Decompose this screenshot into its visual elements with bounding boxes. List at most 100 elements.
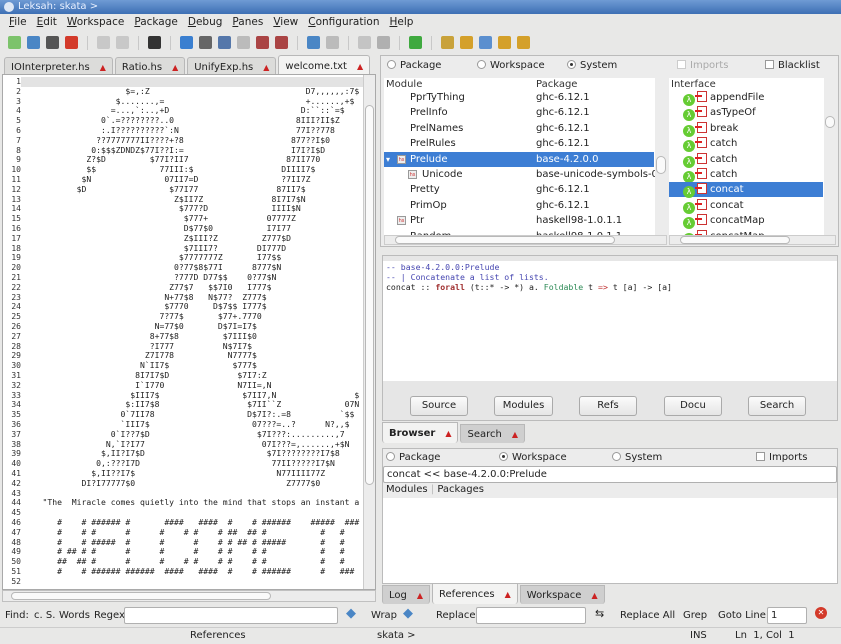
search-button[interactable]: Search	[748, 396, 806, 416]
interface-list[interactable]: Interface λ appendFile λ asTypeOf λ break λ cat…	[669, 78, 836, 235]
close-tab-icon[interactable]: ▲	[591, 591, 597, 600]
build-icon[interactable]	[180, 36, 193, 49]
text-editor[interactable]: 1 2 3 4 5 6 7 8 9 10 11 12 13 14 15 16 17 18 19 20 21 22 23 24 2…	[2, 74, 376, 590]
module-row[interactable]: PrelNames ghc-6.12.1	[384, 121, 654, 136]
menu-edit[interactable]: Edit	[32, 14, 62, 31]
module-row[interactable]: PrimOp ghc-6.12.1	[384, 198, 654, 213]
close-tab-icon[interactable]: ▲	[100, 63, 106, 72]
references-list[interactable]	[383, 498, 837, 583]
debug-icon[interactable]	[441, 36, 454, 49]
refs-button[interactable]: Refs	[579, 396, 637, 416]
docu-button[interactable]: Docu	[664, 396, 722, 416]
wrap-toggle[interactable]: Wrap	[371, 609, 397, 623]
column-header-modules[interactable]: Modules	[386, 484, 428, 495]
toggle-background-build-icon[interactable]	[358, 36, 371, 49]
tab-browser[interactable]: Browser ▲	[382, 422, 459, 443]
step-into-icon[interactable]	[479, 36, 492, 49]
interface-row[interactable]: λ catch	[669, 152, 823, 168]
column-header-packages[interactable]: Packages	[437, 484, 484, 495]
replace-all-button[interactable]: Replace All	[620, 609, 675, 623]
close-file-icon[interactable]	[65, 36, 78, 49]
interface-row[interactable]: λ catch	[669, 167, 823, 183]
vertical-scrollbar[interactable]	[363, 75, 375, 589]
close-tab-icon[interactable]: ▲	[357, 62, 363, 71]
module-list-scrollbar[interactable]	[655, 78, 667, 235]
interface-row[interactable]: λ appendFile	[669, 90, 823, 106]
module-hscrollbar[interactable]	[384, 235, 667, 245]
goto-line-spinner[interactable]: 1	[767, 607, 807, 624]
save-icon[interactable]	[27, 36, 40, 49]
new-file-icon[interactable]	[8, 36, 21, 49]
clean-icon[interactable]	[237, 36, 250, 49]
replace-input[interactable]	[476, 607, 586, 624]
expander-arrow-icon[interactable]: ▾	[386, 152, 390, 167]
scope-workspace[interactable]: Workspace	[477, 59, 545, 73]
close-tab-icon[interactable]: ▲	[417, 591, 423, 600]
close-tab-icon[interactable]: ▲	[512, 430, 518, 439]
scope-package[interactable]: Package	[387, 59, 441, 73]
column-header-package[interactable]: Package	[536, 79, 577, 90]
close-tab-icon[interactable]: ▲	[172, 63, 178, 72]
continue-icon[interactable]	[517, 36, 530, 49]
interface-row[interactable]: λ catch	[669, 136, 823, 153]
close-tab-icon[interactable]: ▲	[263, 63, 269, 72]
ref-scope-workspace[interactable]: Workspace	[499, 451, 567, 465]
tab-workspace[interactable]: Workspace ▲	[519, 585, 605, 604]
menu-configuration[interactable]: Configuration	[303, 14, 384, 31]
column-header-module[interactable]: Module	[386, 79, 422, 90]
save-all-icon[interactable]	[46, 36, 59, 49]
grep-button[interactable]: Grep	[683, 609, 707, 623]
words-toggle[interactable]: Words	[59, 609, 90, 623]
menu-workspace[interactable]: Workspace	[62, 14, 129, 31]
scope-system[interactable]: System	[567, 59, 617, 73]
run-icon[interactable]	[409, 36, 422, 49]
find-next-icon[interactable]: ◆	[403, 607, 413, 621]
replace-icon[interactable]: ⇆	[595, 607, 604, 621]
documentation-view[interactable]: -- base-4.2.0.0:Prelude -- | Concatenate…	[383, 261, 837, 381]
column-header-interface[interactable]: Interface	[671, 79, 716, 90]
tab-log[interactable]: Log ▲	[382, 585, 431, 604]
menu-debug[interactable]: Debug	[183, 14, 228, 31]
interface-row[interactable]: λ break	[669, 121, 823, 137]
tab-search[interactable]: Search ▲	[460, 424, 525, 443]
ref-scope-system[interactable]: System	[612, 451, 662, 465]
menu-package[interactable]: Package	[129, 14, 183, 31]
reference-query-field[interactable]: concat << base-4.2.0.0:Prelude	[383, 466, 837, 483]
module-row[interactable]: hs Ptr haskell98-1.0.1.1	[384, 213, 654, 228]
tab-welcome[interactable]: welcome.txt ▲	[278, 55, 371, 76]
module-icon[interactable]	[256, 36, 269, 49]
find-input[interactable]	[124, 607, 338, 624]
module-row[interactable]: PrelRules ghc-6.12.1	[384, 136, 654, 151]
close-findbar-icon[interactable]: ✕	[815, 607, 827, 619]
module-list[interactable]: Module Package PprTyThing ghc-6.12.1 PrelI…	[384, 78, 667, 235]
source-button[interactable]: Source	[410, 396, 468, 416]
find-binoculars-icon[interactable]	[148, 36, 161, 49]
interface-row[interactable]: λ asTypeOf	[669, 105, 823, 122]
close-tab-icon[interactable]: ▲	[505, 590, 511, 599]
window-icon[interactable]	[275, 36, 288, 49]
menu-help[interactable]: Help	[384, 14, 418, 31]
undo-icon[interactable]	[97, 36, 110, 49]
find-previous-icon[interactable]: ◆	[346, 607, 356, 621]
redo-icon[interactable]	[116, 36, 129, 49]
interface-row[interactable]: λ concat	[669, 198, 823, 214]
module-row[interactable]: Pretty ghc-6.12.1	[384, 182, 654, 197]
case-sensitive-toggle[interactable]: c. S.	[34, 609, 55, 623]
package-config-icon[interactable]	[199, 36, 212, 49]
horizontal-scrollbar[interactable]	[2, 590, 376, 602]
forward-arrow-icon[interactable]	[326, 36, 339, 49]
module-row[interactable]: PrelInfo ghc-6.12.1	[384, 105, 654, 120]
ref-imports-checkbox[interactable]: Imports	[756, 451, 807, 465]
module-row[interactable]: hs Unicode base-unicode-symbols-0.2.	[384, 167, 667, 182]
interface-hscrollbar[interactable]	[669, 235, 836, 245]
ref-scope-package[interactable]: Package	[386, 451, 440, 465]
tab-references[interactable]: References ▲	[432, 583, 518, 604]
module-row[interactable]: PprTyThing ghc-6.12.1	[384, 90, 654, 105]
step-out-icon[interactable]	[498, 36, 511, 49]
step-icon[interactable]	[460, 36, 473, 49]
menu-file[interactable]: File	[4, 14, 32, 31]
back-arrow-icon[interactable]	[307, 36, 320, 49]
menu-panes[interactable]: Panes	[227, 14, 268, 31]
regex-toggle[interactable]: Regex	[94, 609, 125, 623]
blacklist-checkbox[interactable]: Blacklist	[765, 59, 820, 73]
